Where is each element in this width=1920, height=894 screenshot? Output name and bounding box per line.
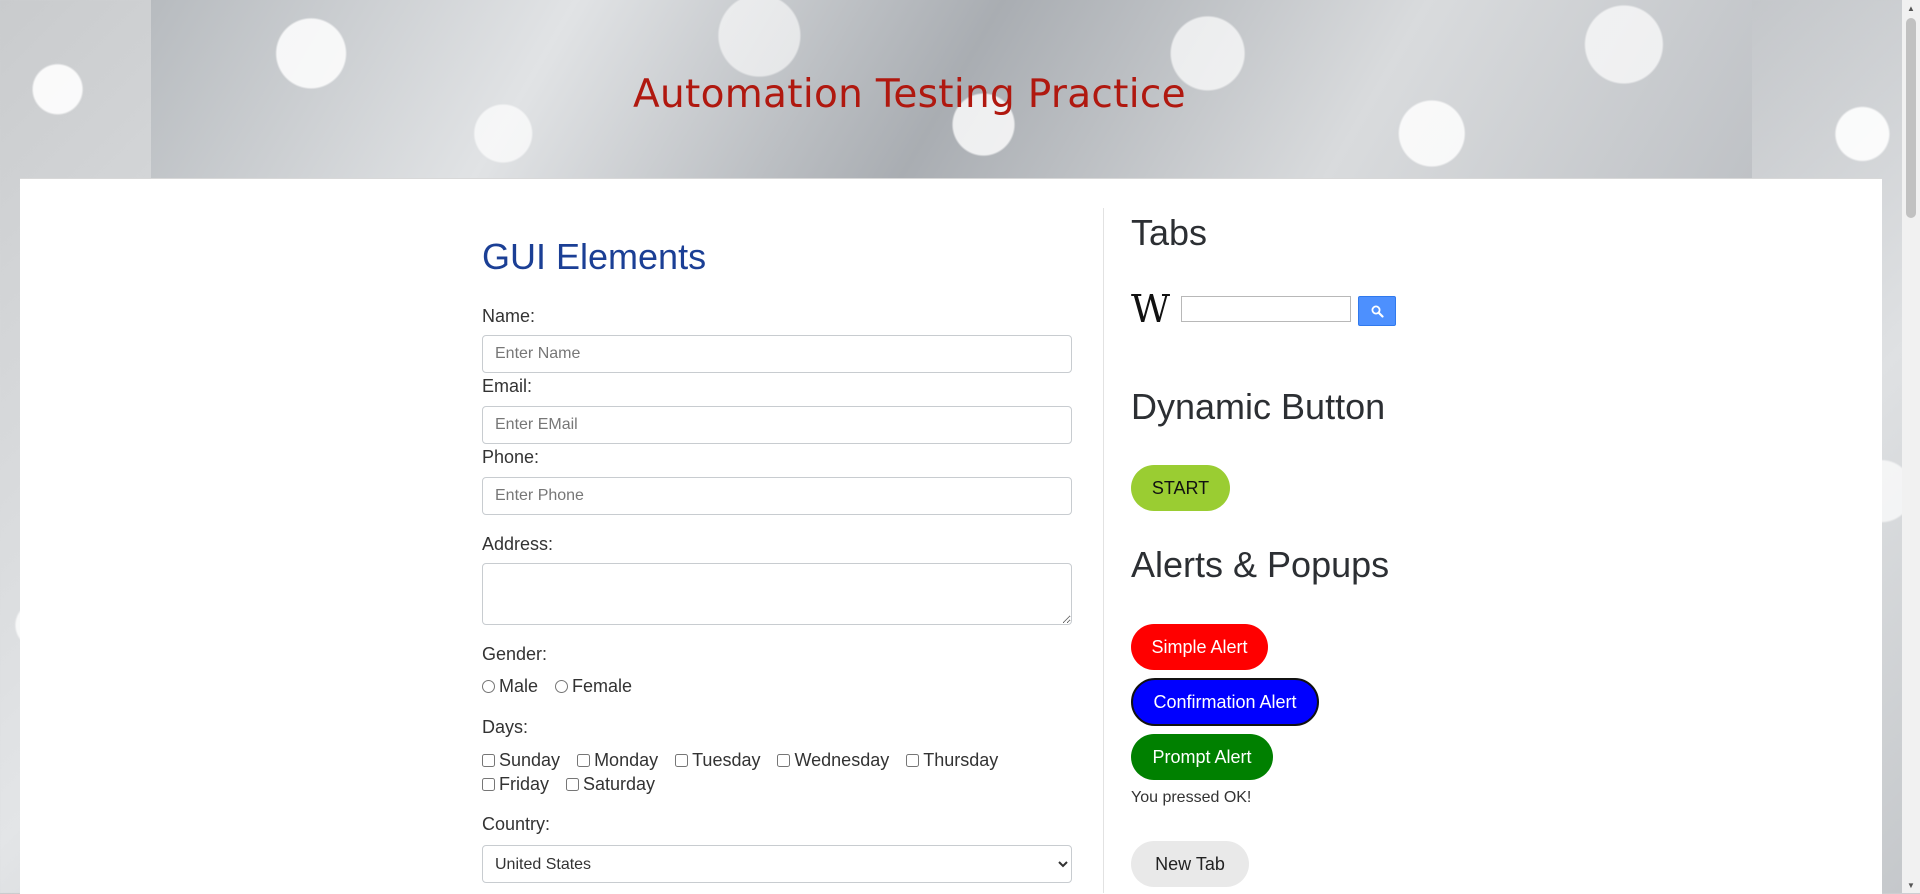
tuesday-label: Tuesday bbox=[692, 750, 761, 770]
country-select[interactable]: United States bbox=[482, 845, 1072, 883]
day-option-saturday: Saturday bbox=[566, 774, 655, 795]
search-icon bbox=[1371, 305, 1384, 318]
gender-option-male: Male bbox=[482, 676, 538, 697]
prompt-alert-button[interactable]: Prompt Alert bbox=[1131, 734, 1273, 780]
day-option-thursday: Thursday bbox=[906, 750, 998, 771]
monday-checkbox[interactable] bbox=[577, 754, 591, 767]
male-radio[interactable] bbox=[482, 680, 495, 693]
gender-options: Male Female bbox=[482, 676, 649, 697]
sunday-label: Sunday bbox=[499, 750, 561, 770]
female-label: Female bbox=[572, 676, 633, 696]
friday-checkbox[interactable] bbox=[482, 778, 495, 791]
simple-alert-button[interactable]: Simple Alert bbox=[1131, 624, 1268, 670]
thursday-label: Thursday bbox=[923, 750, 999, 770]
gender-label: Gender: bbox=[482, 644, 548, 664]
gender-option-female: Female bbox=[555, 676, 632, 697]
thursday-checkbox[interactable] bbox=[906, 754, 920, 767]
alerts-popups-title: Alerts & Popups bbox=[1131, 544, 1390, 585]
monday-label: Monday bbox=[594, 750, 659, 770]
day-option-tuesday: Tuesday bbox=[675, 750, 760, 771]
main-content bbox=[20, 178, 1882, 894]
dynamic-button-title: Dynamic Button bbox=[1131, 386, 1386, 427]
start-button[interactable]: START bbox=[1131, 465, 1230, 511]
day-option-wednesday: Wednesday bbox=[777, 750, 889, 771]
wikipedia-logo-icon: W bbox=[1131, 287, 1171, 331]
alert-result-text: You pressed OK! bbox=[1131, 789, 1252, 806]
saturday-checkbox[interactable] bbox=[566, 778, 580, 791]
column-divider bbox=[1103, 208, 1104, 893]
saturday-label: Saturday bbox=[583, 774, 656, 794]
days-row-2: Friday Saturday bbox=[482, 774, 672, 795]
vertical-scrollbar[interactable]: ▲ ▼ bbox=[1902, 0, 1920, 893]
day-option-monday: Monday bbox=[577, 750, 658, 771]
new-tab-button[interactable]: New Tab bbox=[1131, 841, 1249, 887]
country-label: Country: bbox=[482, 814, 551, 834]
gui-elements-title: GUI Elements bbox=[482, 236, 707, 277]
tabs-title: Tabs bbox=[1131, 212, 1208, 253]
wikipedia-search-button[interactable] bbox=[1358, 296, 1396, 326]
scrollbar-thumb[interactable] bbox=[1906, 18, 1916, 218]
confirmation-alert-button[interactable]: Confirmation Alert bbox=[1131, 678, 1319, 726]
page-title: Automation Testing Practice bbox=[633, 72, 1186, 117]
days-row-1: Sunday Monday Tuesday Wednesday Thursday bbox=[482, 750, 1015, 771]
day-option-sunday: Sunday bbox=[482, 750, 560, 771]
scroll-up-icon[interactable]: ▲ bbox=[1902, 0, 1920, 16]
phone-label: Phone: bbox=[482, 447, 540, 467]
sunday-checkbox[interactable] bbox=[482, 754, 495, 767]
wednesday-label: Wednesday bbox=[794, 750, 890, 770]
days-label: Days: bbox=[482, 717, 529, 737]
female-radio[interactable] bbox=[555, 680, 569, 693]
address-label: Address: bbox=[482, 534, 554, 554]
name-input[interactable] bbox=[482, 335, 1072, 373]
email-label: Email: bbox=[482, 376, 533, 396]
tuesday-checkbox[interactable] bbox=[675, 754, 689, 767]
scroll-down-icon[interactable]: ▼ bbox=[1902, 877, 1920, 893]
male-label: Male bbox=[499, 676, 539, 696]
day-option-friday: Friday bbox=[482, 774, 549, 795]
address-textarea[interactable] bbox=[482, 563, 1072, 625]
email-input[interactable] bbox=[482, 406, 1072, 444]
name-label: Name: bbox=[482, 306, 536, 326]
header-banner: Automation Testing Practice bbox=[151, 0, 1752, 178]
wednesday-checkbox[interactable] bbox=[777, 754, 791, 767]
wikipedia-search-input[interactable] bbox=[1181, 296, 1351, 322]
phone-input[interactable] bbox=[482, 477, 1072, 515]
friday-label: Friday bbox=[499, 774, 550, 794]
